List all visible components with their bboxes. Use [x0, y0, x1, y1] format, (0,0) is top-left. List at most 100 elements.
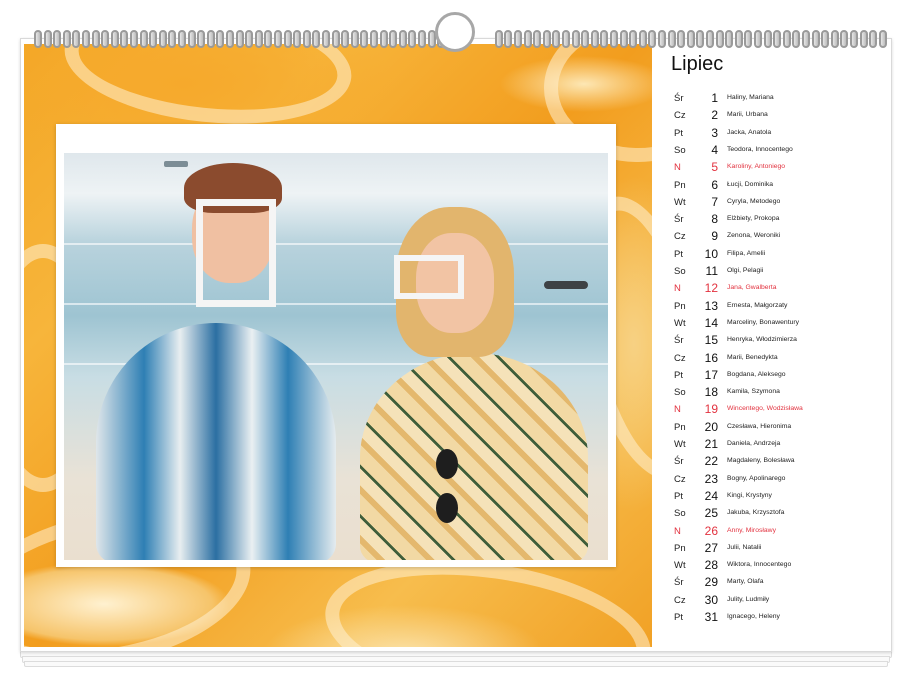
- name-days: Wincentego, Wodzisława: [727, 405, 803, 413]
- spiral-coil: [283, 30, 292, 48]
- day-row: Pn 20 Czesława, Hieronima: [674, 419, 884, 436]
- day-row: Pt 17 Bogdana, Aleksego: [674, 367, 884, 384]
- spiral-coil: [581, 30, 590, 48]
- weekday-label: Pt: [674, 127, 683, 139]
- name-days: Marceliny, Bonawentury: [727, 318, 800, 326]
- spiral-coil: [600, 30, 609, 48]
- spiral-coil: [43, 30, 52, 48]
- weekday-label: N: [674, 404, 681, 416]
- spiral-coil: [264, 30, 273, 48]
- day-row: Cz 2 Marii, Urbana: [674, 107, 884, 124]
- day-number: 30: [704, 592, 718, 607]
- spiral-coil: [197, 30, 206, 48]
- day-number: 6: [711, 177, 718, 192]
- day-number: 13: [704, 298, 718, 313]
- day-number: 24: [704, 488, 718, 503]
- name-days: Olgi, Pelagii: [727, 267, 764, 274]
- spiral-coil: [734, 30, 743, 48]
- spiral-coil: [62, 30, 71, 48]
- wall-calendar: Lipiec Śr 1 Haliny, Mariana Cz 2 Marii, Urban…: [20, 12, 892, 667]
- spiral-coil: [350, 30, 359, 48]
- name-days: Anny, Mirosławy: [727, 526, 776, 534]
- spiral-coil: [91, 30, 100, 48]
- spiral-coil: [869, 30, 878, 48]
- calendar-sheet-stack: [24, 661, 888, 667]
- spiral-coil: [590, 30, 599, 48]
- day-number: 29: [704, 575, 718, 590]
- day-number: 10: [704, 246, 718, 261]
- name-days: Bogny, Apolinarego: [727, 474, 786, 482]
- day-row: Wt 28 Wiktora, Innocentego: [674, 557, 884, 574]
- spiral-coil: [859, 30, 868, 48]
- spiral-coil: [850, 30, 858, 48]
- spiral-coil: [110, 30, 119, 48]
- name-days: Daniela, Andrzeja: [727, 440, 781, 447]
- spiral-coil: [677, 30, 686, 48]
- spiral-coil: [686, 30, 695, 48]
- spiral-coil: [696, 30, 705, 48]
- spiral-coil: [226, 30, 234, 48]
- name-days: Czesława, Hieronima: [727, 422, 792, 430]
- day-row: N 5 Karoliny, Antoniego: [674, 159, 884, 176]
- name-days: Jana, Gwalberta: [727, 284, 777, 292]
- weekday-label: So: [674, 387, 686, 399]
- day-row: Cz 30 Julity, Ludmiły: [674, 592, 884, 609]
- spiral-coil: [53, 30, 62, 48]
- weekday-label: Cz: [674, 352, 686, 364]
- spiral-coil: [101, 30, 110, 48]
- day-row: So 4 Teodora, Innocentego: [674, 142, 884, 159]
- day-number: 7: [711, 194, 718, 209]
- day-number: 22: [704, 454, 718, 469]
- day-row: Śr 15 Henryka, Włodzimierza: [674, 332, 884, 349]
- beach-photo: [64, 153, 608, 560]
- spiral-coil: [178, 30, 186, 48]
- spiral-coil: [811, 30, 820, 48]
- weekday-label: So: [674, 144, 686, 156]
- spiral-coil: [408, 30, 417, 48]
- spiral-coil: [763, 30, 772, 48]
- hanger-hook: [435, 12, 475, 52]
- spiral-coil: [254, 30, 263, 48]
- name-days: Cyryla, Metodego: [727, 197, 781, 205]
- name-days: Julii, Natalii: [727, 543, 762, 551]
- day-row: Pn 6 Łucji, Dominika: [674, 177, 884, 194]
- spiral-coil: [802, 30, 810, 48]
- day-row: Pn 27 Julii, Natalii: [674, 540, 884, 557]
- spiral-coil: [542, 30, 551, 48]
- spiral-coil: [514, 30, 522, 48]
- weekday-label: Śr: [674, 335, 684, 347]
- name-days: Marty, Olafa: [727, 578, 764, 586]
- spiral-coil: [830, 30, 839, 48]
- spiral-coil: [629, 30, 638, 48]
- weekday-label: Pn: [674, 179, 686, 191]
- weekday-label: Wt: [674, 560, 686, 572]
- calendar-page: Lipiec Śr 1 Haliny, Mariana Cz 2 Marii, Urban…: [20, 38, 892, 652]
- day-number: 14: [704, 315, 718, 330]
- spiral-coil: [878, 30, 887, 48]
- name-days: Marii, Urbana: [727, 111, 768, 119]
- name-days: Haliny, Mariana: [727, 94, 774, 101]
- day-row: N 19 Wincentego, Wodzisława: [674, 401, 884, 418]
- spiral-coil: [274, 30, 282, 48]
- spiral-coil: [302, 30, 311, 48]
- name-days: Magdaleny, Bolesława: [727, 457, 795, 465]
- day-row: Pn 13 Ernesta, Małgorzaty: [674, 298, 884, 315]
- spiral-coil: [168, 30, 177, 48]
- spiral-coil: [658, 30, 666, 48]
- day-row: So 11 Olgi, Pelagii: [674, 263, 884, 280]
- day-row: So 25 Jakuba, Krzysztofa: [674, 505, 884, 522]
- marble-background: [24, 44, 652, 647]
- day-row: N 26 Anny, Mirosławy: [674, 523, 884, 540]
- day-number: 1: [711, 91, 718, 105]
- day-row: Cz 23 Bogny, Apolinarego: [674, 471, 884, 488]
- spiral-coil: [235, 30, 244, 48]
- day-number: 2: [711, 108, 718, 123]
- weekday-label: Pn: [674, 421, 686, 433]
- day-row: Wt 21 Daniela, Andrzeja: [674, 436, 884, 453]
- weekday-label: So: [674, 508, 686, 520]
- name-days: Łucji, Dominika: [727, 180, 774, 188]
- name-days: Kingi, Krystyny: [727, 491, 772, 499]
- day-row: Cz 9 Zenona, Weroniki: [674, 228, 884, 245]
- weekday-label: N: [674, 525, 681, 537]
- spiral-coil: [130, 30, 138, 48]
